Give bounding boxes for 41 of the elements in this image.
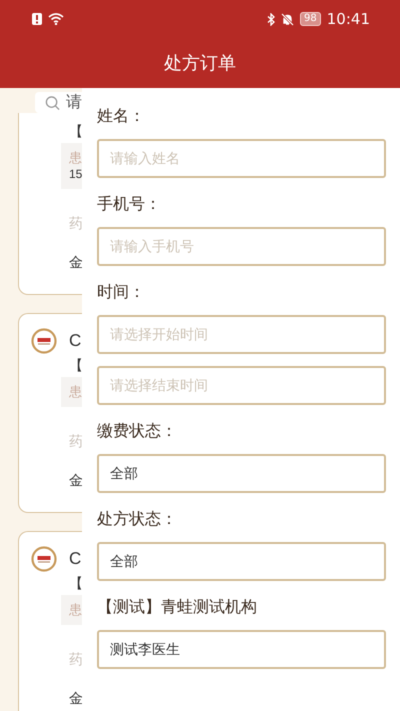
wifi-icon — [48, 13, 64, 25]
select-field[interactable]: 全部 — [97, 454, 386, 493]
bluetooth-icon — [267, 12, 276, 26]
patient-label: 患 — [69, 602, 82, 618]
search-field[interactable]: 请 — [35, 92, 82, 113]
drug-label: 药 — [69, 215, 82, 231]
field-label: 时间： — [97, 282, 146, 303]
search-placeholder: 请 — [66, 92, 82, 113]
patient-label: 患 — [69, 384, 82, 400]
field-label: 【测试】青蛙测试机构 — [97, 597, 258, 618]
drug-label: 药 — [69, 651, 82, 667]
order-card[interactable]: 【 患 15 药 金 — [18, 113, 82, 295]
amount-label: 金 — [69, 472, 82, 488]
amount-label: 金 — [69, 690, 82, 706]
field-label: 缴费状态： — [97, 421, 178, 442]
field-label: 手机号： — [97, 194, 162, 215]
select-field[interactable]: 全部 — [97, 542, 386, 581]
select-field[interactable]: 测试李医生 — [97, 630, 386, 669]
order-tag: 【 — [69, 575, 82, 591]
order-title: C — [69, 551, 82, 567]
order-title: C — [69, 333, 82, 349]
input-field[interactable]: 请输入手机号 — [97, 227, 386, 266]
input-field[interactable]: 请输入姓名 — [97, 139, 386, 178]
field-label: 处方状态： — [97, 509, 178, 530]
input-field[interactable]: 请选择结束时间 — [97, 366, 386, 405]
drug-label: 药 — [69, 433, 82, 449]
clock-time: 10:41 — [326, 10, 370, 28]
order-tag: 【 — [69, 123, 82, 139]
bell-off-icon — [281, 12, 294, 26]
amount-label: 金 — [69, 254, 82, 270]
order-tag: 【 — [69, 357, 82, 373]
patient-phone: 15 — [69, 166, 82, 182]
patient-label: 患 — [69, 150, 82, 166]
order-card[interactable]: C 【 患 药 金 — [18, 531, 82, 711]
input-field[interactable]: 请选择开始时间 — [97, 315, 386, 354]
battery-level: 98 — [300, 12, 321, 26]
page-title: 处方订单 — [164, 52, 236, 75]
search-icon — [45, 94, 60, 110]
alert-icon — [32, 13, 42, 25]
order-card[interactable]: C 【 患 药 金 — [18, 313, 82, 513]
field-label: 姓名： — [97, 106, 146, 127]
